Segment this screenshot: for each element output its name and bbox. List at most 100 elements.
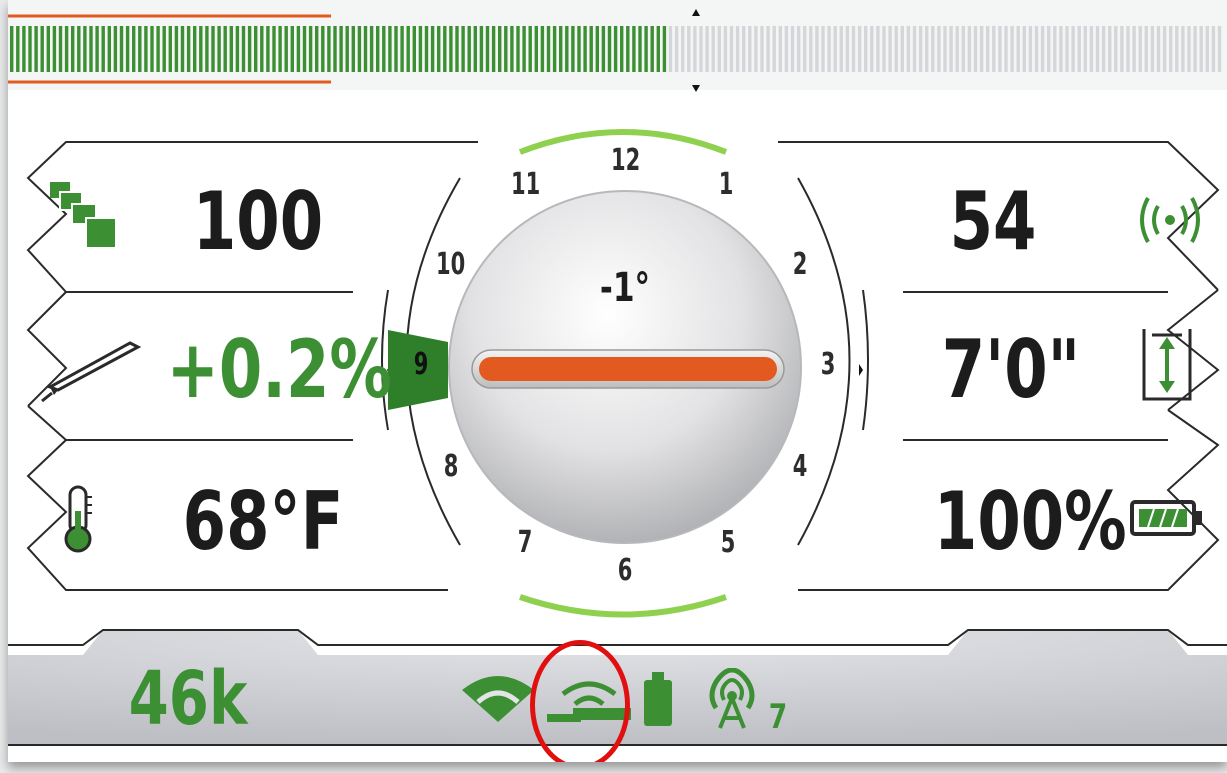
- signal-tick: [308, 26, 313, 72]
- signal-tick: [540, 26, 545, 72]
- signal-tick: [83, 26, 87, 72]
- signal-tick: [729, 26, 734, 72]
- signal-tick: [388, 26, 392, 72]
- signal-tick: [986, 26, 990, 72]
- signal-tick: [479, 26, 484, 72]
- signal-tick: [113, 26, 118, 72]
- dial-number-11: 11: [511, 167, 541, 202]
- signal-tick: [784, 26, 789, 72]
- signal-tick: [400, 26, 404, 72]
- signal-tick: [1010, 26, 1014, 72]
- signal-tick: [254, 26, 258, 72]
- wifi-icon: [460, 672, 536, 731]
- dial-bottom-accent: [519, 594, 727, 618]
- signal-tick: [955, 26, 959, 72]
- signal-tick: [552, 26, 557, 72]
- signal-tick: [900, 26, 904, 72]
- signal-tick: [766, 26, 770, 72]
- signal-tick: [1053, 26, 1057, 72]
- signal-tick: [363, 26, 368, 72]
- signal-tick: [857, 26, 862, 72]
- signal-tick: [241, 26, 246, 72]
- signal-tick: [1089, 26, 1094, 72]
- signal-tick: [376, 26, 380, 72]
- signal-tick: [1071, 26, 1075, 72]
- signal-strength-value: 54: [949, 175, 1037, 268]
- signal-tick: [577, 26, 581, 72]
- signal-tick: [89, 26, 93, 72]
- signal-tick: [138, 26, 142, 72]
- pitch-value: +0.2%: [166, 323, 392, 416]
- signal-tick: [742, 26, 746, 72]
- signal-tick: [424, 26, 429, 72]
- sonde-pitch-icon: [38, 335, 148, 412]
- signal-tick: [662, 26, 667, 72]
- signal-tick: [449, 26, 453, 72]
- signal-tick: [272, 26, 276, 72]
- signal-tick: [64, 26, 69, 72]
- signal-tick: [1211, 26, 1216, 72]
- signal-tick: [156, 26, 160, 72]
- signal-tick: [790, 26, 795, 72]
- dial-number-12: 12: [611, 143, 641, 178]
- signal-tick: [412, 26, 416, 72]
- signal-tick: [973, 26, 978, 72]
- signal-tick: [705, 26, 709, 72]
- signal-tick: [22, 26, 26, 72]
- signal-tick: [583, 26, 587, 72]
- signal-tick: [1016, 26, 1020, 72]
- signal-tick: [180, 26, 185, 72]
- signal-tick: [1175, 26, 1179, 72]
- signal-tick: [1077, 26, 1081, 72]
- signal-tick: [498, 26, 502, 72]
- signal-tick: [687, 26, 691, 72]
- signal-tick: [632, 26, 636, 72]
- signal-tick: [833, 26, 837, 72]
- stacked-squares-icon: [50, 182, 122, 259]
- signal-tick: [71, 26, 75, 72]
- signal-tick: [589, 26, 593, 72]
- roll-needle: [479, 357, 777, 381]
- signal-tick: [510, 26, 514, 72]
- signal-tick: [28, 26, 32, 72]
- signal-tick: [803, 26, 807, 72]
- signal-tick: [1144, 26, 1148, 72]
- signal-tick: [223, 26, 227, 72]
- signal-tick: [357, 26, 362, 72]
- dial-number-7: 7: [517, 525, 533, 560]
- signal-tick: [693, 26, 697, 72]
- signal-tick: [723, 26, 728, 72]
- signal-tick: [699, 26, 703, 72]
- signal-tick: [522, 26, 526, 72]
- signal-tick: [601, 26, 606, 72]
- signal-tick: [1022, 26, 1026, 72]
- signal-tick: [247, 26, 252, 72]
- signal-tick: [52, 26, 57, 72]
- signal-tick: [571, 26, 575, 72]
- depth-count-value: 100: [192, 175, 324, 268]
- signal-tick: [345, 26, 349, 72]
- signal-tick: [339, 26, 343, 72]
- signal-tick: [430, 26, 435, 72]
- battery-value: 100%: [933, 475, 1127, 568]
- signal-tick: [918, 26, 923, 72]
- signal-tick: [144, 26, 148, 72]
- signal-tick: [1132, 26, 1136, 72]
- signal-tick: [516, 26, 520, 72]
- locator-screen: 100 +0.2% 68°F 54 7'0" 100% 12 1 2 3 4 5…: [8, 0, 1227, 762]
- signal-tick: [369, 26, 374, 72]
- signal-tick: [1187, 26, 1191, 72]
- signal-tick: [461, 26, 465, 72]
- signal-tick: [925, 26, 929, 72]
- signal-tick: [443, 26, 447, 72]
- signal-tick: [40, 26, 44, 72]
- signal-tick: [644, 26, 648, 72]
- signal-tick: [315, 26, 319, 72]
- signal-tick: [296, 26, 301, 72]
- signal-tick: [1120, 26, 1124, 72]
- signal-tick: [10, 26, 14, 72]
- signal-tick: [943, 26, 947, 72]
- signal-tick: [851, 26, 856, 72]
- signal-tick: [827, 26, 831, 72]
- signal-tick: [1004, 26, 1008, 72]
